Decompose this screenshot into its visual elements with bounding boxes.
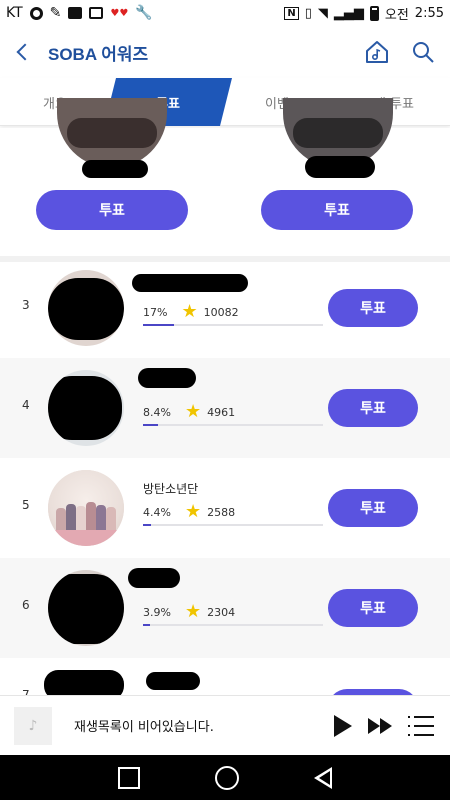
rank-number: 3: [22, 298, 30, 312]
playlist-button[interactable]: [408, 715, 434, 736]
star-icon: ★: [184, 501, 202, 522]
star-icon: ★: [181, 301, 198, 322]
ranking-row: 4 8.4% ★ 4961 투표: [0, 358, 450, 458]
ampm-label: 오전: [384, 7, 409, 23]
clock: 2:55: [414, 5, 444, 21]
search-icon: [413, 42, 434, 63]
chevron-left-icon: [16, 43, 34, 61]
ranking-row: 3 17% ★ 10082 투표: [0, 258, 450, 358]
battery-icon: [369, 5, 379, 21]
redaction-mark: [305, 156, 375, 178]
star-icon: ★: [184, 401, 202, 422]
rank-number: 4: [22, 398, 30, 412]
vote-percent: 3.9%: [143, 605, 171, 619]
vote-percent: 17%: [143, 305, 168, 319]
rank-number: 6: [22, 598, 30, 612]
wifi-icon: ◥: [317, 5, 328, 21]
vote-button[interactable]: 투표: [328, 289, 418, 327]
music-home-icon: [366, 41, 388, 63]
vote-progress-bar: [143, 424, 323, 426]
vote-button[interactable]: 투표: [36, 190, 188, 230]
system-back-button[interactable]: [314, 766, 333, 789]
redaction-mark: [82, 160, 148, 178]
vote-percent: 4.4%: [143, 505, 171, 519]
avatar: [48, 370, 124, 446]
pen-icon: ✎: [49, 5, 62, 21]
vote-button[interactable]: 투표: [261, 190, 413, 230]
vote-count: 2304: [207, 605, 236, 619]
group-photo: [48, 470, 124, 546]
image-icon: [89, 7, 104, 19]
redaction-mark: [138, 368, 196, 388]
play-icon: [334, 714, 352, 737]
avatar: [48, 270, 124, 346]
back-button[interactable]: [0, 26, 44, 78]
fast-forward-icon: [368, 717, 380, 734]
heart-icon: ♥♥: [110, 7, 129, 19]
music-note-icon: ♪: [28, 717, 38, 734]
vote-stats: 8.4% ★ 4961: [143, 401, 236, 422]
search-button[interactable]: [410, 39, 436, 65]
vote-stats: 17% ★ 10082: [143, 301, 239, 322]
play-button[interactable]: [334, 714, 352, 737]
vibrate-icon: ▯: [304, 5, 312, 21]
app-header: SOBA 어워즈: [0, 26, 450, 78]
rank-number: 7: [22, 688, 30, 695]
vote-button[interactable]: 투표: [328, 589, 418, 627]
vote-button[interactable]: 투표: [328, 489, 418, 527]
redaction-mark: [128, 568, 180, 588]
system-nav-bar: [0, 755, 450, 800]
page-title: SOBA 어워즈: [48, 44, 149, 64]
next-button[interactable]: [368, 717, 392, 734]
ranking-row: 7 투표: [0, 658, 450, 695]
home-app-icon: [68, 7, 83, 19]
home-button[interactable]: [214, 765, 239, 790]
album-art: ♪: [14, 706, 52, 745]
rank-number: 5: [22, 498, 30, 512]
avatar: [57, 98, 167, 168]
vote-stats: 4.4% ★ 2588: [143, 501, 236, 522]
vote-progress-bar: [143, 524, 323, 526]
mini-player: ♪ 재생목록이 비어있습니다.: [0, 695, 450, 755]
wrench-icon: 🔧: [135, 5, 153, 21]
vote-percent: 8.4%: [143, 405, 171, 419]
notification-ring-icon: [29, 6, 43, 20]
vote-progress-bar: [143, 624, 323, 626]
vote-progress-fill: [143, 324, 174, 326]
carrier-label: KT: [6, 5, 23, 21]
player-status-text: 재생목록이 비어있습니다.: [74, 720, 214, 735]
signal-icon: ▂▄▆: [333, 5, 364, 21]
vote-count: 10082: [203, 305, 239, 319]
status-bar: KT ✎ ♥♥ 🔧 N ▯ ◥ ▂▄▆ 오전 2:55: [0, 0, 450, 26]
vote-count: 4961: [207, 405, 236, 419]
nfc-icon: N: [284, 6, 299, 20]
vote-stats: 3.9% ★ 2304: [143, 601, 236, 622]
playlist-icon: [408, 715, 434, 718]
vote-progress-fill: [143, 624, 151, 626]
vote-button[interactable]: 투표: [328, 389, 418, 427]
redaction-mark: [146, 672, 200, 690]
redaction-mark: [44, 670, 124, 695]
redaction-mark: [132, 274, 248, 292]
vote-progress-fill: [143, 524, 151, 526]
vote-count: 2588: [207, 505, 236, 519]
candidate-name: 방탄소년단: [143, 482, 199, 496]
home-music-button[interactable]: [364, 39, 390, 65]
ranking-row: 5 방탄소년단 4.4% ★ 2588 투표: [0, 458, 450, 558]
ranking-row: 6 3.9% ★ 2304 투표: [0, 558, 450, 658]
top-candidates: 투표 투표: [0, 98, 450, 256]
vote-progress-fill: [143, 424, 159, 426]
vote-progress-bar: [143, 324, 323, 326]
avatar: [48, 570, 124, 646]
star-icon: ★: [184, 601, 202, 622]
recent-apps-button[interactable]: [117, 766, 140, 789]
